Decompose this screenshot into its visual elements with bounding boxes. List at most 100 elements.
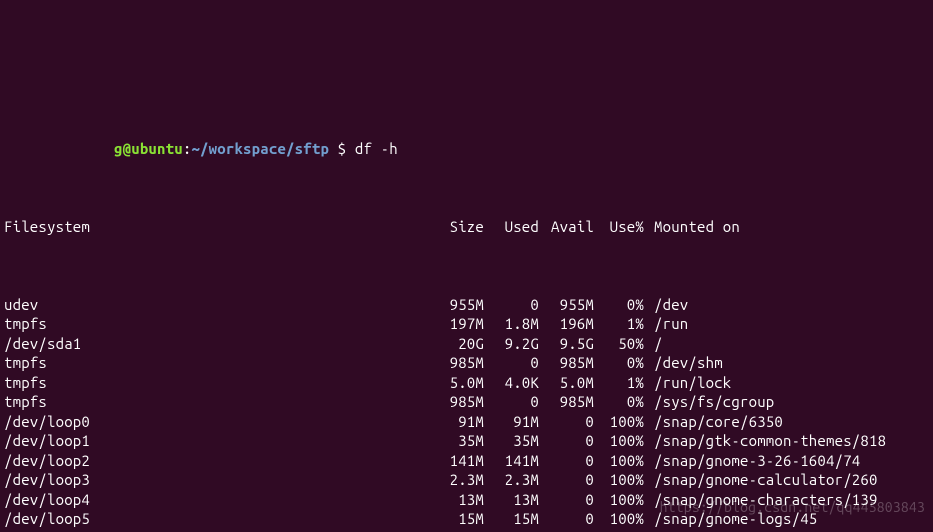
cell-fs: tmpfs [4,353,434,373]
table-row: tmpfs5.0M4.0K5.0M1%/run/lock [4,373,929,393]
table-row: /dev/sda120G9.2G9.5G50%/ [4,334,929,354]
cell-usep: 1% [594,373,644,393]
cell-usep: 100% [594,451,644,471]
cell-avail: 0 [539,529,594,532]
cell-mnt: /sys/fs/cgroup [644,392,929,412]
cell-mnt: /snap/gnome-system-monitor/57 [644,529,929,532]
cell-size: 141M [434,451,484,471]
cell-used: 3.8M [484,529,539,532]
cell-usep: 100% [594,509,644,529]
cell-mnt: /dev [644,295,929,315]
cell-fs: udev [4,295,434,315]
terminal-output[interactable]: g@ubuntu:~/workspace/sftp $ df -h Filesy… [0,0,933,532]
cell-used: 15M [484,509,539,529]
cell-size: 955M [434,295,484,315]
command-text: df -h [355,140,398,157]
cell-mnt: /run/lock [644,373,929,393]
cell-mnt: /snap/gnome-characters/139 [644,490,929,510]
table-row: /dev/loop135M35M0100%/snap/gtk-common-th… [4,431,929,451]
cell-size: 5.0M [434,373,484,393]
df-rows: udev955M0955M0%/devtmpfs197M1.8M196M1%/r… [4,295,929,532]
cell-usep: 0% [594,353,644,373]
prompt-line: g@ubuntu:~/workspace/sftp $ df -h [4,139,929,159]
table-row: /dev/loop413M13M0100%/snap/gnome-charact… [4,490,929,510]
cell-avail: 985M [539,353,594,373]
cell-fs: /dev/loop3 [4,470,434,490]
cell-used: 35M [484,431,539,451]
cell-size: 3.8M [434,529,484,532]
table-row: /dev/loop515M15M0100%/snap/gnome-logs/45 [4,509,929,529]
col-header-size: Size [434,217,484,237]
cell-fs: /dev/sda1 [4,334,434,354]
cell-fs: /dev/loop1 [4,431,434,451]
table-row: /dev/loop63.8M3.8M0100%/snap/gnome-syste… [4,529,929,532]
cell-usep: 100% [594,431,644,451]
cell-usep: 0% [594,392,644,412]
cell-mnt: /snap/gnome-calculator/260 [644,470,929,490]
cell-size: 2.3M [434,470,484,490]
col-header-filesystem: Filesystem [4,217,434,237]
cell-used: 4.0K [484,373,539,393]
cell-used: 0 [484,295,539,315]
cell-used: 9.2G [484,334,539,354]
cell-size: 13M [434,490,484,510]
prompt-at: @ [123,140,132,157]
cell-fs: tmpfs [4,373,434,393]
table-row: /dev/loop091M91M0100%/snap/core/6350 [4,412,929,432]
cell-used: 141M [484,451,539,471]
cell-mnt: /dev/shm [644,353,929,373]
cell-fs: /dev/loop6 [4,529,434,532]
prompt-symbol [329,140,338,157]
cell-size: 20G [434,334,484,354]
cell-avail: 0 [539,451,594,471]
cell-avail: 0 [539,509,594,529]
cell-used: 0 [484,392,539,412]
cell-used: 2.3M [484,470,539,490]
cell-size: 91M [434,412,484,432]
cell-avail: 5.0M [539,373,594,393]
table-row: tmpfs985M0985M0%/dev/shm [4,353,929,373]
cell-usep: 100% [594,529,644,532]
df-header-row: Filesystem Size Used Avail Use% Mounted … [4,217,929,237]
cell-mnt: /snap/gtk-common-themes/818 [644,431,929,451]
table-row: /dev/loop2141M141M0100%/snap/gnome-3-26-… [4,451,929,471]
cell-usep: 50% [594,334,644,354]
col-header-usepct: Use% [594,217,644,237]
cell-fs: /dev/loop2 [4,451,434,471]
cell-usep: 0% [594,295,644,315]
cell-size: 985M [434,353,484,373]
prompt-host: ubuntu [131,140,183,157]
col-header-mounted: Mounted on [644,217,929,237]
cell-size: 985M [434,392,484,412]
prompt-space [346,140,355,157]
table-row: tmpfs985M0985M0%/sys/fs/cgroup [4,392,929,412]
prompt-dollar: $ [338,140,347,157]
cell-fs: /dev/loop4 [4,490,434,510]
cell-avail: 9.5G [539,334,594,354]
col-header-used: Used [484,217,539,237]
cell-usep: 1% [594,314,644,334]
prompt-path: ~/workspace/sftp [191,140,329,157]
cell-mnt: /snap/gnome-3-26-1604/74 [644,451,929,471]
cell-fs: /dev/loop5 [4,509,434,529]
cell-avail: 0 [539,431,594,451]
cell-fs: tmpfs [4,314,434,334]
cell-used: 0 [484,353,539,373]
cell-avail: 0 [539,470,594,490]
cell-used: 1.8M [484,314,539,334]
cell-used: 13M [484,490,539,510]
cell-avail: 196M [539,314,594,334]
table-row: /dev/loop32.3M2.3M0100%/snap/gnome-calcu… [4,470,929,490]
cell-avail: 985M [539,392,594,412]
cell-used: 91M [484,412,539,432]
cell-mnt: /run [644,314,929,334]
cell-avail: 955M [539,295,594,315]
cell-usep: 100% [594,412,644,432]
cell-size: 197M [434,314,484,334]
clipped-previous-line [4,61,929,81]
cell-fs: tmpfs [4,392,434,412]
cell-avail: 0 [539,412,594,432]
cell-mnt: / [644,334,929,354]
table-row: tmpfs197M1.8M196M1%/run [4,314,929,334]
cell-mnt: /snap/gnome-logs/45 [644,509,929,529]
